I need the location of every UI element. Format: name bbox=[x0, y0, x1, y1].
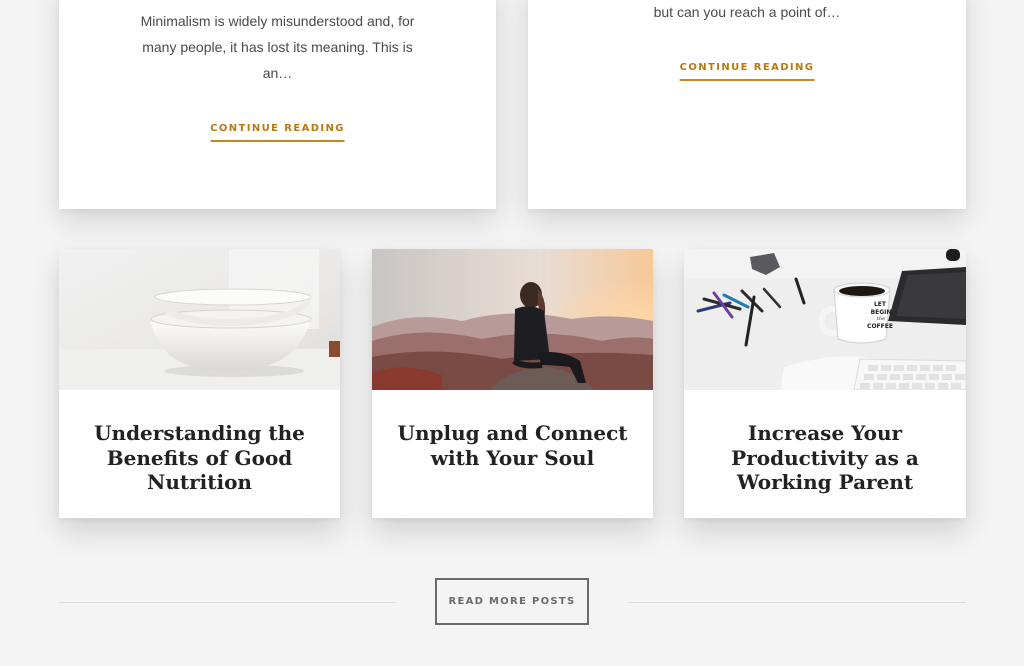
post-card-minimalism: Minimalism is widely misunderstood and, … bbox=[59, 0, 496, 209]
post-card-nutrition: Understanding the Benefits of Good Nutri… bbox=[59, 249, 340, 518]
continue-reading-link[interactable]: CONTINUE READING bbox=[210, 123, 345, 142]
post-card-unplug: Unplug and Connect with Your Soul bbox=[372, 249, 653, 518]
mug-text-coffee: COFFEE bbox=[867, 323, 893, 330]
post-excerpt: but can you reach a point of… bbox=[653, 4, 841, 20]
post-card-productivity: LET BEGIN the COFFEE Increase Your Produ… bbox=[684, 249, 966, 518]
mug-text-the: the bbox=[877, 316, 885, 322]
post-thumbnail-desk[interactable]: LET BEGIN the COFFEE bbox=[684, 249, 966, 390]
divider-right bbox=[628, 602, 966, 603]
post-excerpt: Minimalism is widely misunderstood and, … bbox=[140, 13, 415, 81]
post-title[interactable]: Increase Your Productivity as a Working … bbox=[684, 421, 966, 495]
post-title[interactable]: Understanding the Benefits of Good Nutri… bbox=[59, 421, 340, 495]
mug-text-let: LET bbox=[874, 301, 887, 308]
post-thumbnail-mountain[interactable] bbox=[372, 249, 653, 390]
continue-reading-link[interactable]: CONTINUE READING bbox=[679, 62, 815, 81]
divider-left bbox=[59, 602, 396, 603]
white-bowls-image bbox=[59, 249, 340, 390]
post-thumbnail-bowls[interactable] bbox=[59, 249, 340, 390]
mug-text-begin: BEGIN bbox=[871, 309, 892, 316]
mountain-sunset-image bbox=[372, 249, 653, 390]
post-title[interactable]: Unplug and Connect with Your Soul bbox=[372, 421, 653, 470]
read-more-posts-button[interactable]: READ MORE POSTS bbox=[435, 578, 589, 625]
desk-coffee-mug-image: LET BEGIN the COFFEE bbox=[684, 249, 966, 390]
post-card-excerpt: but can you reach a point of… CONTINUE R… bbox=[528, 0, 966, 209]
